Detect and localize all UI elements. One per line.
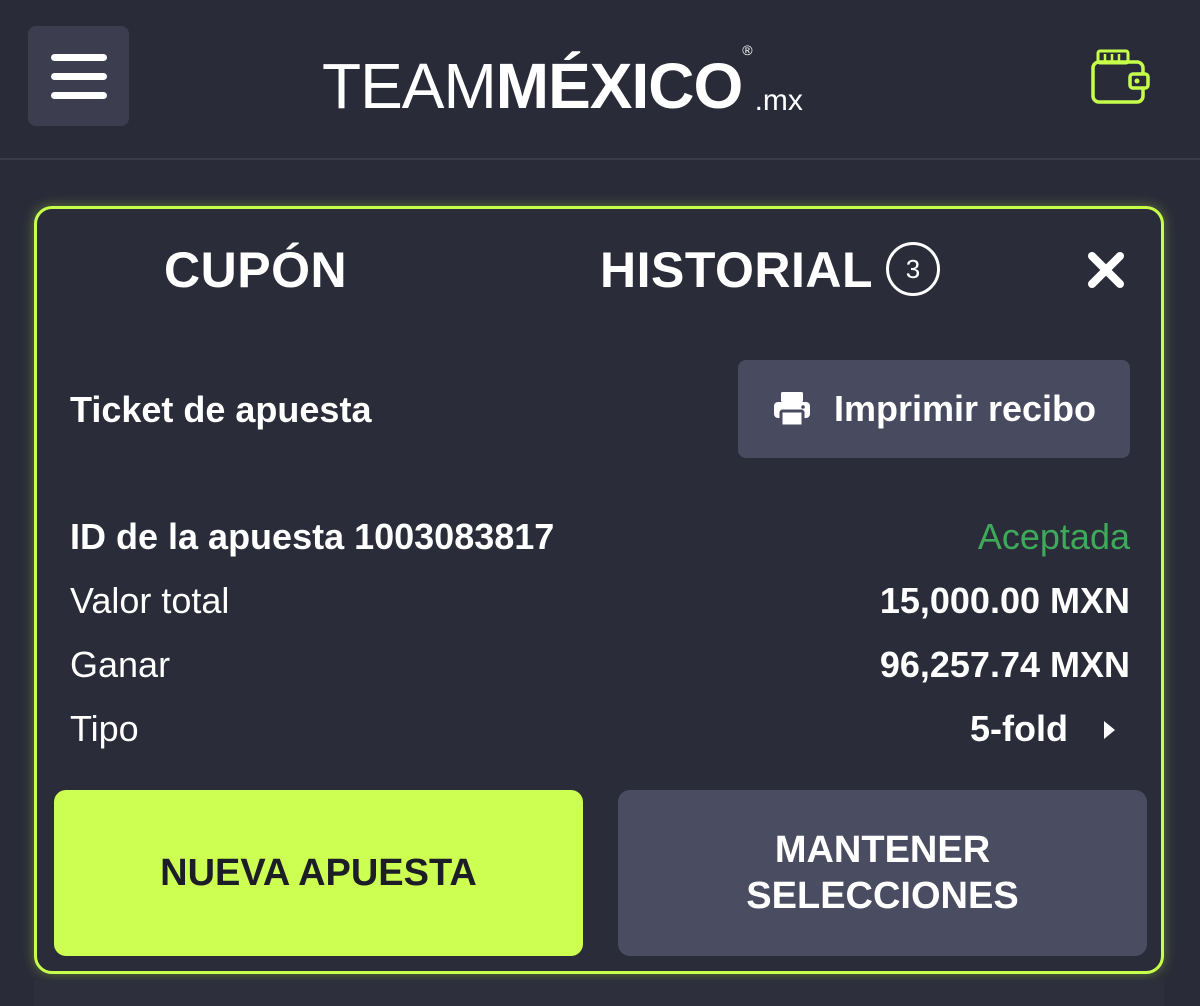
close-icon[interactable] xyxy=(1086,250,1126,290)
menu-button[interactable] xyxy=(28,26,129,126)
total-value-amount: 15,000.00 MXN xyxy=(879,580,1130,621)
top-header: TEAM MÉXICO ® .mx xyxy=(0,0,1200,160)
keep-selections-button[interactable]: MANTENER SELECCIONES xyxy=(618,790,1147,956)
chevron-right-icon[interactable] xyxy=(1104,721,1115,739)
status-badge: Aceptada xyxy=(977,516,1130,557)
win-amount: 96,257.74 MXN xyxy=(879,644,1130,685)
print-receipt-button[interactable]: Imprimir recibo xyxy=(738,360,1130,458)
brand-logo[interactable]: TEAM MÉXICO ® .mx xyxy=(322,38,803,118)
hamburger-menu-icon xyxy=(50,53,107,61)
bet-type-label: Tipo xyxy=(70,708,139,749)
bet-type-row[interactable]: Tipo 5-fold xyxy=(70,706,1130,752)
ticket-title: Ticket de apuesta xyxy=(70,389,372,430)
hamburger-menu-icon-line xyxy=(50,72,107,80)
tab-historial[interactable]: HISTORIAL xyxy=(600,240,873,300)
total-value-label: Valor total xyxy=(70,580,230,621)
win-row: Ganar 96,257.74 MXN xyxy=(70,642,1130,688)
keep-selections-label-line2: SELECCIONES xyxy=(746,875,1019,917)
total-value-row: Valor total 15,000.00 MXN xyxy=(70,578,1130,624)
tab-cupon[interactable]: CUPÓN xyxy=(164,240,347,300)
page: TEAM MÉXICO ® .mx CUPÓN HISTORIAL 3 Tick… xyxy=(0,0,1200,1006)
printer-icon xyxy=(773,392,810,428)
logo-team-text: TEAM xyxy=(322,50,497,122)
hamburger-menu-icon-line xyxy=(50,91,107,99)
content-below-card xyxy=(34,980,1164,1006)
logo-mexico-text: MÉXICO xyxy=(495,50,743,122)
print-receipt-label: Imprimir recibo xyxy=(833,388,1097,429)
logo-registered-mark: ® xyxy=(742,42,753,58)
historial-count-badge: 3 xyxy=(886,242,940,296)
new-bet-button[interactable]: NUEVA APUESTA xyxy=(54,790,583,956)
bet-id-row: ID de la apuesta 1003083817 Aceptada xyxy=(70,514,1130,560)
keep-selections-label-line1: MANTENER xyxy=(774,829,991,871)
new-bet-label: NUEVA APUESTA xyxy=(160,851,477,894)
logo-domain-suffix: .mx xyxy=(754,84,803,117)
win-label: Ganar xyxy=(70,644,171,685)
bet-id-label: ID de la apuesta 1003083817 xyxy=(70,516,555,557)
bet-type-value[interactable]: 5-fold xyxy=(970,706,1068,752)
wallet-icon[interactable] xyxy=(1090,48,1152,106)
